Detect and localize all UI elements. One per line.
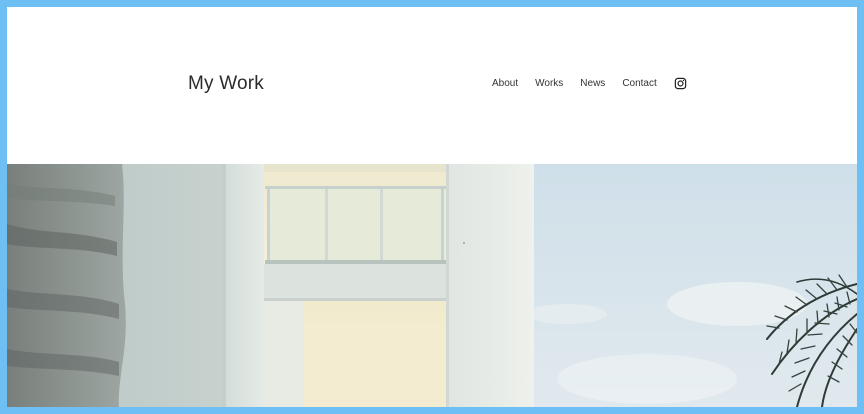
site-header: My Work About Works News Contact xyxy=(7,7,857,164)
nav-link-contact[interactable]: Contact xyxy=(622,78,656,89)
nav-link-about[interactable]: About xyxy=(492,78,518,89)
nav-link-news[interactable]: News xyxy=(580,78,605,89)
instagram-link[interactable] xyxy=(674,77,687,90)
hero-photo xyxy=(7,164,857,407)
page: My Work About Works News Contact xyxy=(7,7,857,407)
main-nav: About Works News Contact xyxy=(492,74,687,92)
nav-link-works[interactable]: Works xyxy=(535,78,563,89)
hero-image xyxy=(7,164,857,407)
instagram-icon xyxy=(674,77,687,89)
site-title[interactable]: My Work xyxy=(188,73,264,95)
